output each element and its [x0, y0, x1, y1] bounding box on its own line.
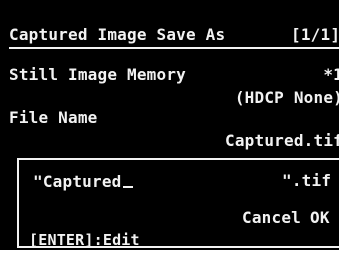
page-indicator: [1/1]: [291, 25, 339, 44]
cancel-button[interactable]: Cancel: [242, 208, 301, 227]
title-divider: [9, 47, 339, 49]
still-image-memory-label: Still Image Memory: [9, 65, 186, 84]
still-image-memory-value[interactable]: *1: [323, 65, 339, 84]
enter-edit-hint: [ENTER]:Edit: [29, 231, 140, 249]
ok-button[interactable]: OK: [310, 208, 330, 227]
display-screen: Captured Image Save As [1/1] Still Image…: [0, 0, 339, 250]
menu-title: Captured Image Save As: [9, 25, 226, 44]
file-name-value[interactable]: Captured.tif: [225, 131, 339, 150]
filename-edit-dialog: "Captured ".tif Cancel OK [ENTER]:Edit: [17, 158, 339, 249]
filename-input-text: "Captured: [33, 172, 122, 191]
hdcp-note: (HDCP None): [234, 88, 339, 107]
file-name-label: File Name: [9, 108, 98, 127]
text-cursor: [122, 171, 133, 188]
filename-extension: ".tif: [282, 171, 332, 190]
filename-input[interactable]: "Captured: [33, 171, 133, 191]
title-bar: Captured Image Save As [1/1]: [9, 24, 339, 46]
